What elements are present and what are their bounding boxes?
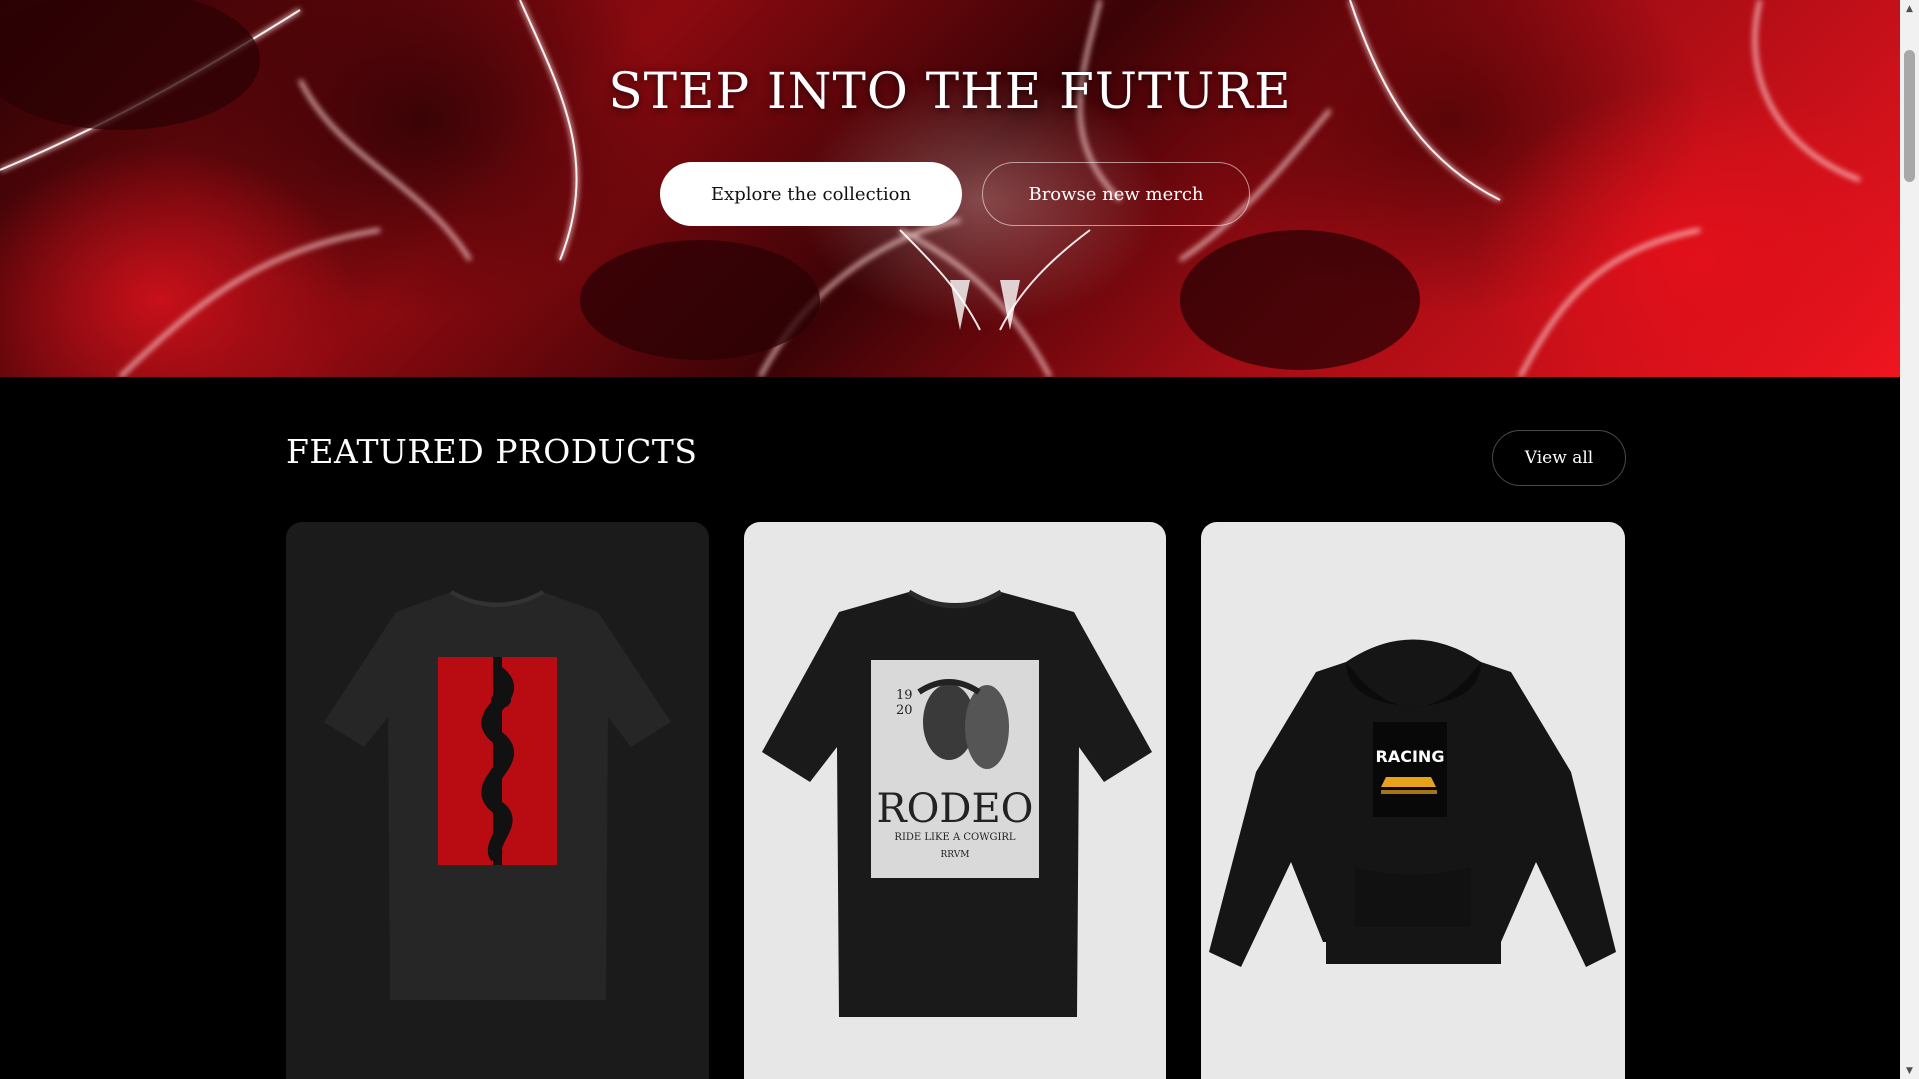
print-tagline: RIDE LIKE A COWGIRL bbox=[894, 832, 1016, 843]
print-year-top: 19 bbox=[896, 688, 913, 703]
print-headline: RACING bbox=[1376, 747, 1445, 766]
view-all-button[interactable]: View all bbox=[1492, 430, 1626, 486]
product-image: RACING bbox=[1209, 639, 1616, 967]
product-card[interactable]: 19 20 RODEO RIDE LIKE A COWGIRL RRVM bbox=[744, 522, 1166, 1079]
print-brand: RRVM bbox=[941, 850, 970, 860]
browse-new-merch-button[interactable]: Browse new merch bbox=[982, 162, 1250, 226]
explore-collection-button[interactable]: Explore the collection bbox=[660, 162, 962, 226]
product-card[interactable]: RACING bbox=[1201, 522, 1625, 1079]
scrollbar-thumb[interactable] bbox=[1904, 50, 1915, 182]
hero-title: STEP INTO THE FUTURE bbox=[608, 62, 1292, 120]
page-scrollbar[interactable]: ▲ ▼ bbox=[1900, 0, 1919, 1079]
product-image: 19 20 RODEO RIDE LIKE A COWGIRL RRVM bbox=[762, 589, 1152, 1017]
scroll-down-arrow-icon[interactable]: ▼ bbox=[1900, 1062, 1919, 1079]
featured-products-title: FEATURED PRODUCTS bbox=[286, 432, 698, 471]
print-year-bottom: 20 bbox=[896, 703, 913, 718]
product-card[interactable] bbox=[286, 522, 709, 1079]
scroll-up-arrow-icon[interactable]: ▲ bbox=[1900, 0, 1919, 17]
print-headline: RODEO bbox=[877, 786, 1034, 832]
hero-banner: STEP INTO THE FUTURE Explore the collect… bbox=[0, 0, 1900, 377]
page: STEP INTO THE FUTURE Explore the collect… bbox=[0, 0, 1900, 1079]
product-image bbox=[324, 590, 671, 1000]
